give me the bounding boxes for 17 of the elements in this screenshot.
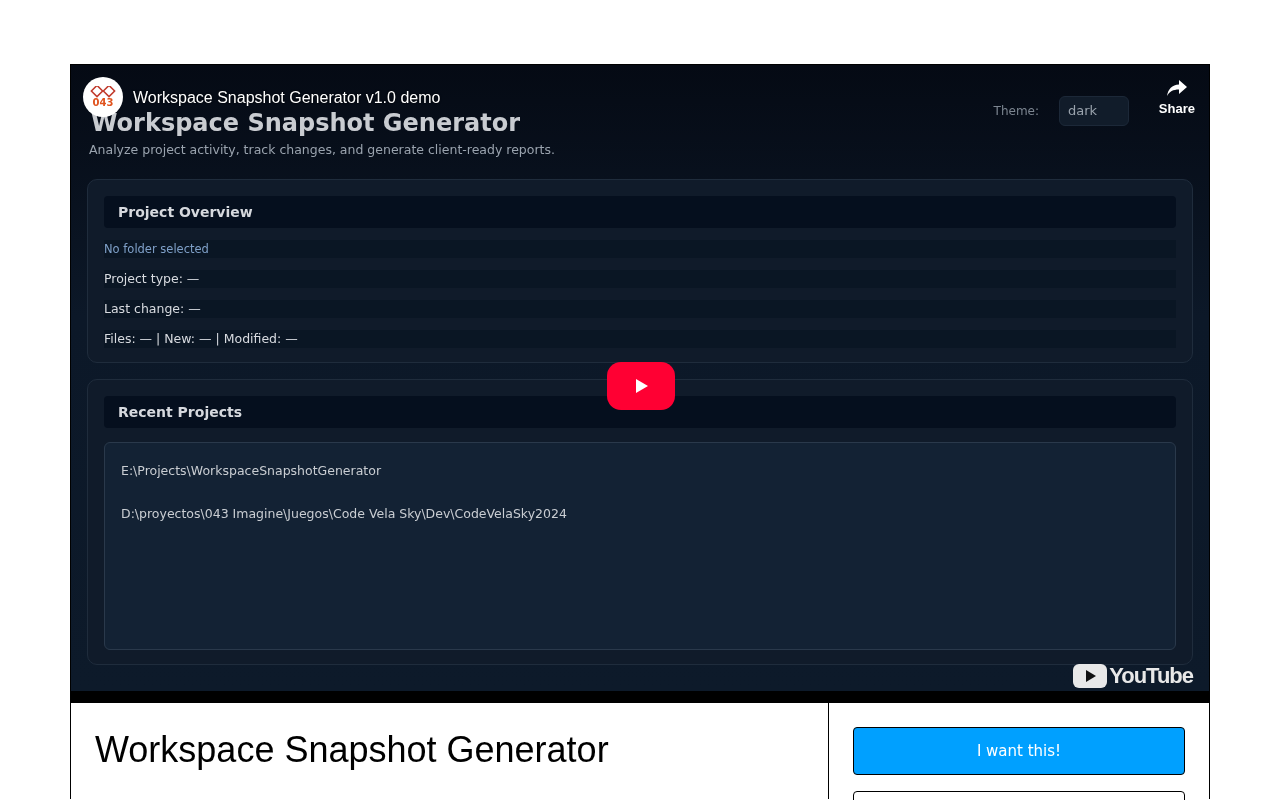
folder-status: No folder selected bbox=[104, 240, 1176, 258]
theme-select[interactable]: dark bbox=[1059, 96, 1129, 126]
product-title: Workspace Snapshot Generator bbox=[95, 729, 610, 771]
project-path[interactable]: E:\Projects\WorkspaceSnapshotGenerator bbox=[121, 463, 382, 478]
app-subtitle: Analyze project activity, track changes, and generate client-ready reports. bbox=[89, 142, 555, 157]
play-button[interactable] bbox=[607, 362, 675, 410]
section-header: Recent Projects bbox=[104, 396, 1176, 428]
info-row: Last change: — bbox=[104, 300, 1176, 318]
youtube-logo[interactable]: YouTube bbox=[1073, 663, 1193, 689]
project-path[interactable]: D:\proyectos\043 Imagine\Juegos\Code Vela Sky\Dev\CodeVelaSky2024 bbox=[121, 506, 567, 521]
section-header: Project Overview bbox=[104, 196, 1176, 228]
video-title[interactable]: Workspace Snapshot Generator v1.0 demo bbox=[133, 89, 441, 107]
share-button[interactable]: Share bbox=[1158, 79, 1195, 116]
info-row: Project type: — bbox=[104, 270, 1176, 288]
info-row: Files: — | New: — | Modified: — bbox=[104, 330, 1176, 348]
share-icon bbox=[1165, 79, 1188, 97]
theme-label: Theme: bbox=[993, 104, 1039, 118]
